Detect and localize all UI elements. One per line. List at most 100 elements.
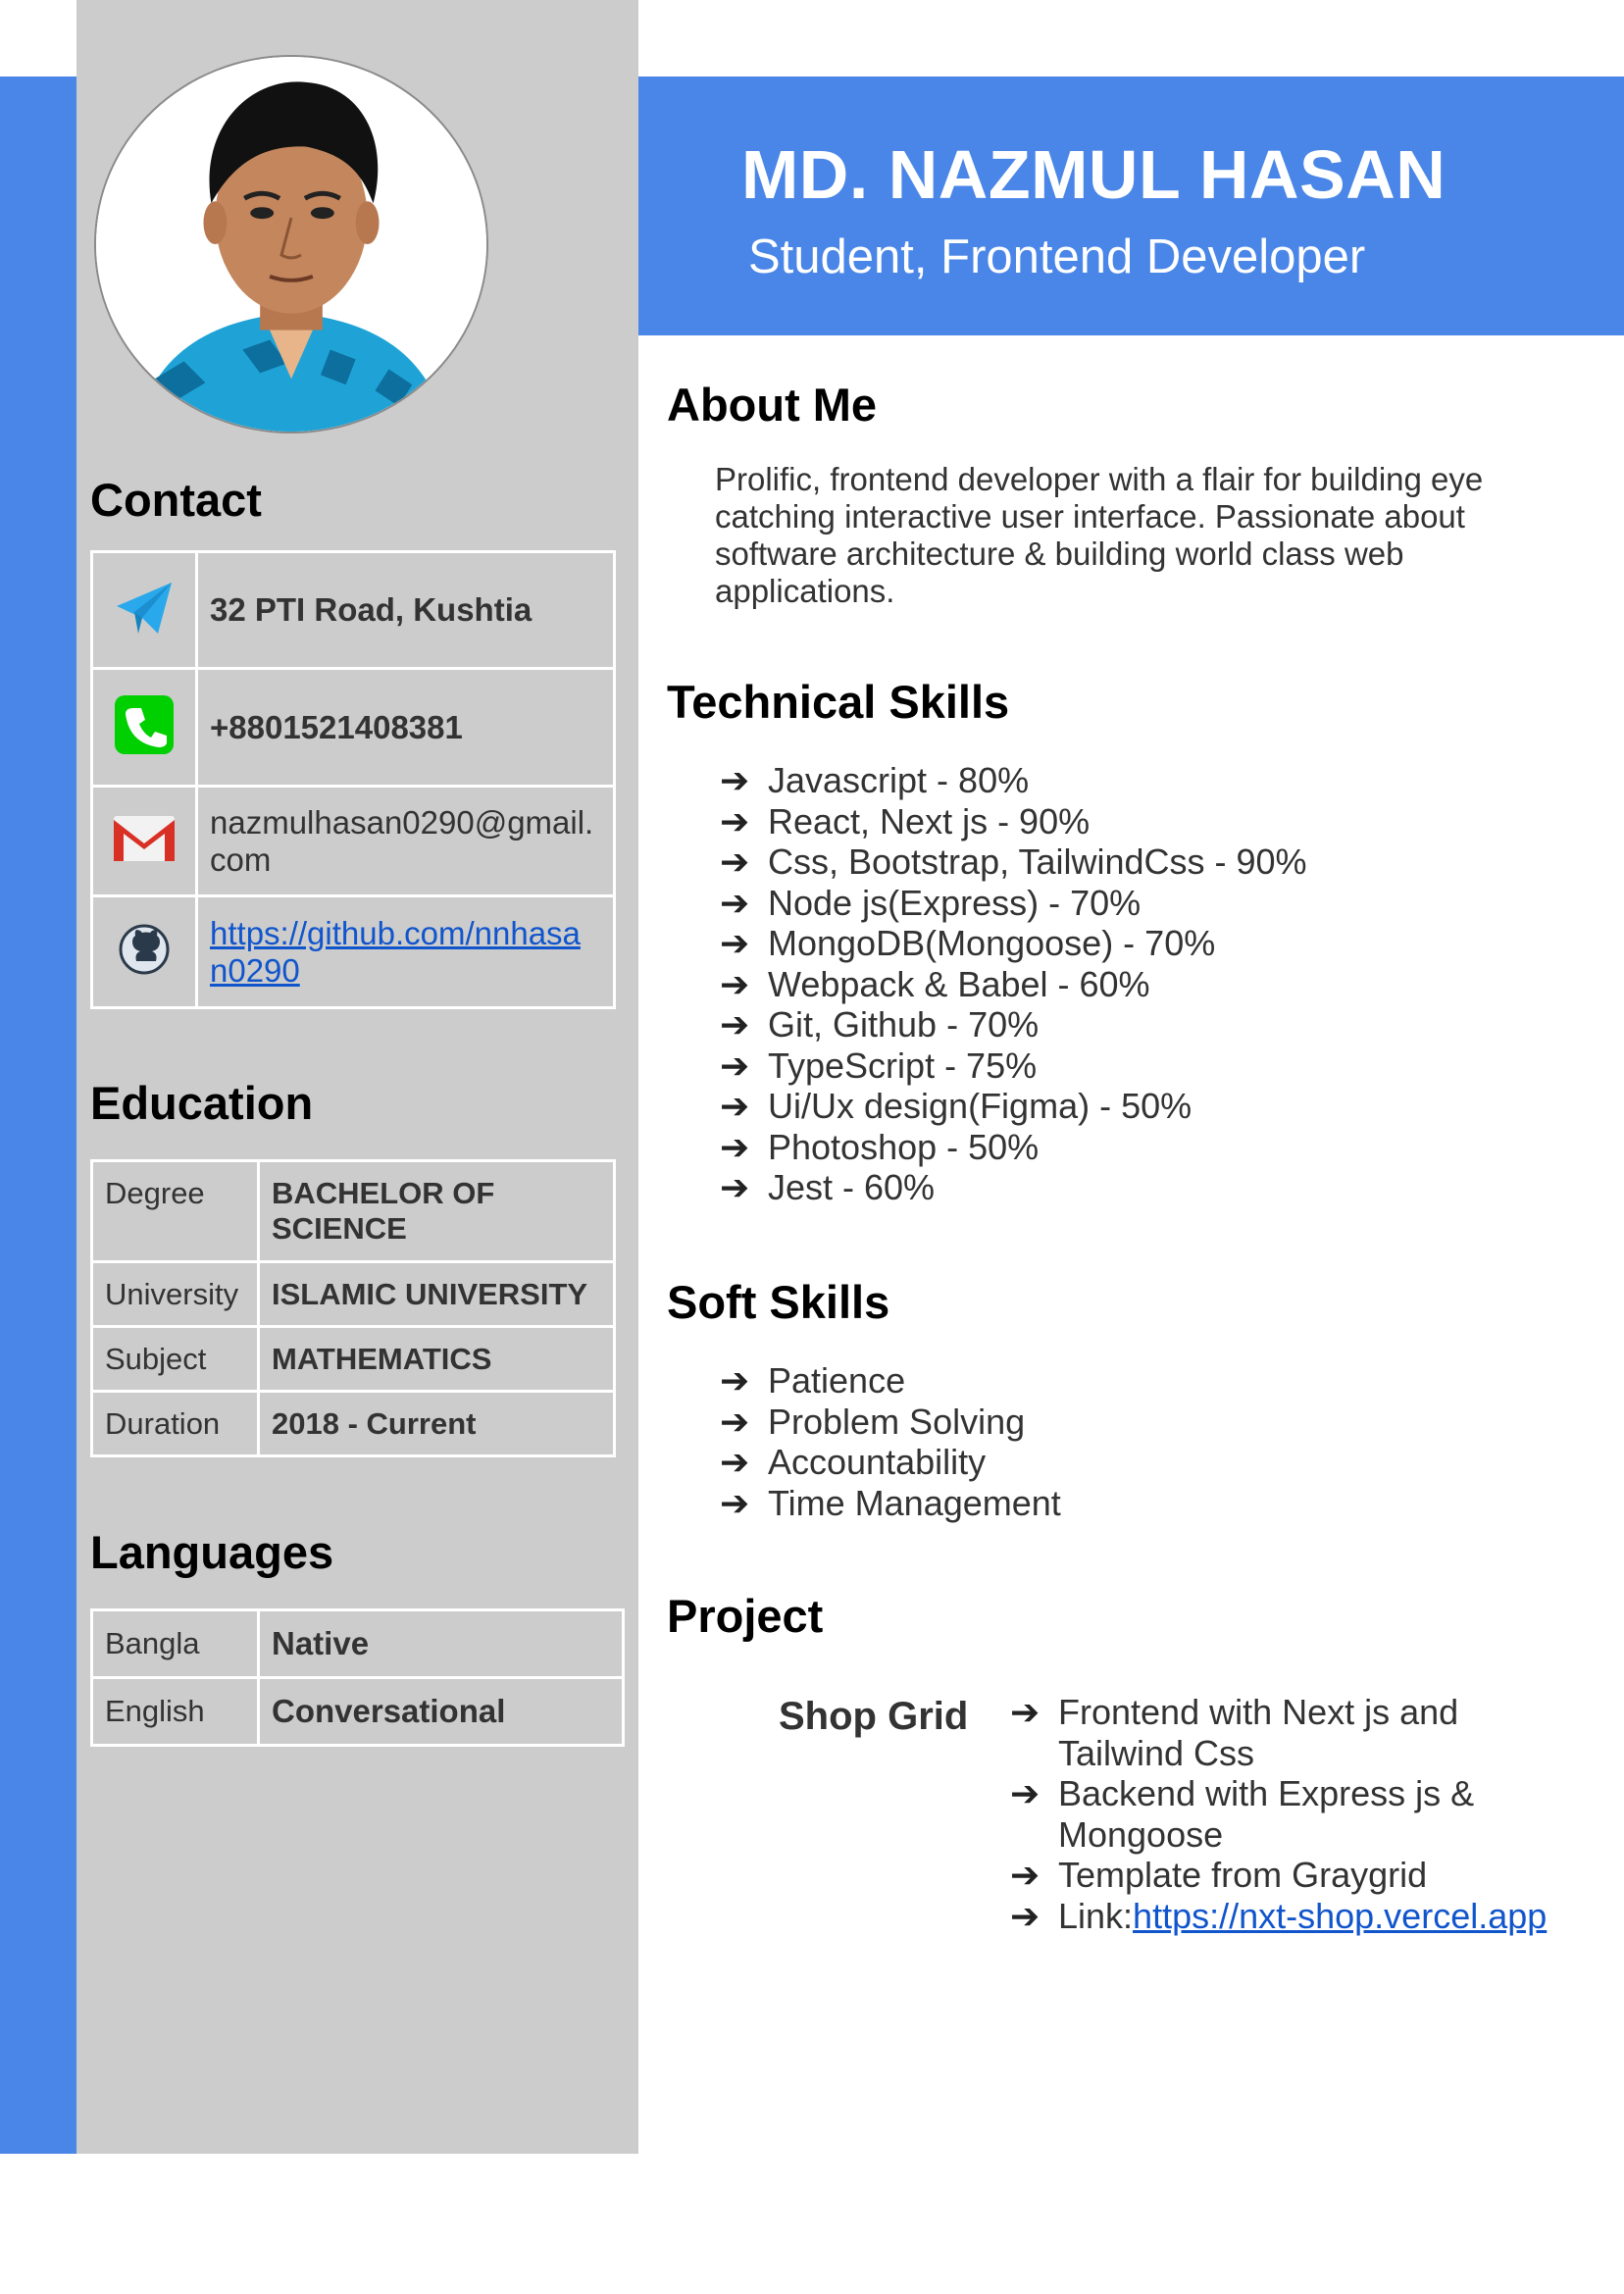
project-detail-item: ➔ Template from Graygrid <box>1010 1855 1589 1896</box>
arrow-icon: ➔ <box>720 1401 750 1442</box>
project-link[interactable]: https://nxt-shop.vercel.app <box>1133 1896 1547 1936</box>
link-prefix: Link: <box>1058 1895 1134 1936</box>
soft-skills-list: ➔ Patience ➔ Problem Solving ➔ Accountability… <box>720 1360 1061 1523</box>
github-url-line-1: https://github.com/nnhasa <box>210 914 581 951</box>
education-row-subject: Subject MATHEMATICS <box>90 1325 616 1393</box>
contact-table: 32 PTI Road, Kushtia +8801521408381 nazm… <box>90 550 616 1009</box>
contact-row-address: 32 PTI Road, Kushtia <box>90 550 616 670</box>
address-text: 32 PTI Road, Kushtia <box>195 550 616 670</box>
gmail-icon <box>90 785 198 897</box>
project-name: Shop Grid <box>779 1695 969 1738</box>
email-line-1: nazmulhasan0290@gmail. <box>210 803 594 841</box>
technical-skill-item: ➔ Git, Github - 70% <box>720 1004 1307 1045</box>
technical-skill-item-text: TypeScript - 75% <box>768 1045 1038 1086</box>
project-heading: Project <box>667 1590 824 1642</box>
language-name: Bangla <box>90 1608 260 1679</box>
technical-skill-item: ➔ TypeScript - 75% <box>720 1045 1307 1087</box>
soft-skill-item: ➔ Patience <box>720 1360 1061 1402</box>
github-url[interactable]: https://github.com/nnhasa n0290 <box>210 915 581 989</box>
soft-skills-heading: Soft Skills <box>667 1276 890 1328</box>
technical-skill-item: ➔ Node js(Express) - 70% <box>720 883 1307 924</box>
arrow-icon: ➔ <box>1010 1855 1040 1895</box>
arrow-icon: ➔ <box>720 1167 750 1207</box>
soft-skill-item-text: Problem Solving <box>768 1401 1026 1442</box>
profile-photo <box>94 55 488 433</box>
soft-skill-item-text: Accountability <box>768 1442 987 1482</box>
arrow-icon: ➔ <box>720 800 750 841</box>
education-row-duration: Duration 2018 - Current <box>90 1390 616 1457</box>
technical-skill-item: ➔ Ui/Ux design(Figma) - 50% <box>720 1086 1307 1127</box>
arrow-icon: ➔ <box>720 1482 750 1523</box>
soft-skill-item-text: Patience <box>768 1360 906 1401</box>
language-row-english: English Conversational <box>90 1676 625 1747</box>
technical-skill-item-text: Jest - 60% <box>768 1167 936 1207</box>
github-icon <box>90 894 198 1009</box>
project-detail-item-text: Backend with Express js & Mongoose <box>1058 1773 1475 1855</box>
technical-skill-item: ➔ Jest - 60% <box>720 1167 1307 1208</box>
arrow-icon: ➔ <box>720 760 750 800</box>
contact-heading: Contact <box>90 474 262 526</box>
arrow-icon: ➔ <box>1010 1773 1040 1813</box>
arrow-icon: ➔ <box>720 1126 750 1167</box>
subject-value: MATHEMATICS <box>257 1325 616 1393</box>
arrow-icon: ➔ <box>720 923 750 963</box>
technical-skill-item-text: Webpack & Babel - 60% <box>768 963 1150 1004</box>
technical-skill-item-text: Photoshop - 50% <box>768 1126 1040 1167</box>
technical-skill-item: ➔ Css, Bootstrap, TailwindCss - 90% <box>720 841 1307 883</box>
header-banner: MD. NAZMUL HASAN Student, Frontend Devel… <box>638 76 1624 335</box>
university-value: ISLAMIC UNIVERSITY <box>257 1260 616 1328</box>
avatar-portrait <box>96 57 486 432</box>
language-name: English <box>90 1676 260 1747</box>
project-detail-item: ➔ Frontend with Next js and Tailwind Css <box>1010 1692 1589 1773</box>
telegram-icon <box>90 550 198 670</box>
education-row-degree: Degree BACHELOR OF SCIENCE <box>90 1159 616 1263</box>
language-level: Native <box>257 1608 625 1679</box>
phone-icon <box>90 667 198 788</box>
arrow-icon: ➔ <box>720 963 750 1004</box>
arrow-icon: ➔ <box>720 1004 750 1045</box>
soft-skill-item: ➔ Accountability <box>720 1442 1061 1483</box>
education-table: Degree BACHELOR OF SCIENCE University IS… <box>90 1159 616 1457</box>
project-detail-item-text: Frontend with Next js and Tailwind Css <box>1058 1692 1459 1773</box>
technical-skill-item-text: Ui/Ux design(Figma) - 50% <box>768 1086 1193 1126</box>
technical-skill-item: ➔ MongoDB(Mongoose) - 70% <box>720 923 1307 964</box>
languages-table: Bangla Native English Conversational <box>90 1608 625 1747</box>
contact-row-phone: +8801521408381 <box>90 667 616 788</box>
candidate-role: Student, Frontend Developer <box>748 230 1366 283</box>
technical-skills-list: ➔ Javascript - 80% ➔ React, Next js - 90% ➔ C… <box>720 760 1307 1208</box>
technical-skill-item-text: Css, Bootstrap, TailwindCss - 90% <box>768 841 1307 882</box>
languages-heading: Languages <box>90 1526 334 1578</box>
arrow-icon: ➔ <box>720 1442 750 1482</box>
technical-skills-heading: Technical Skills <box>667 676 1010 728</box>
arrow-icon: ➔ <box>1010 1692 1040 1732</box>
education-heading: Education <box>90 1077 314 1129</box>
soft-skill-item-text: Time Management <box>768 1482 1061 1523</box>
technical-skill-item: ➔ Javascript - 80% <box>720 760 1307 801</box>
soft-skill-item: ➔ Problem Solving <box>720 1402 1061 1443</box>
github-link[interactable]: https://github.com/nnhasa n0290 <box>195 894 616 1009</box>
contact-row-github: https://github.com/nnhasa n0290 <box>90 894 616 1009</box>
arrow-icon: ➔ <box>720 841 750 882</box>
education-row-university: University ISLAMIC UNIVERSITY <box>90 1260 616 1328</box>
degree-value: BACHELOR OF SCIENCE <box>257 1159 616 1263</box>
technical-skill-item: ➔ React, Next js - 90% <box>720 801 1307 842</box>
left-accent-strip <box>0 76 76 2154</box>
project-detail-item: ➔ Backend with Express js & Mongoose <box>1010 1773 1589 1855</box>
candidate-name-text: MD. NAZMUL HASAN <box>741 136 1446 213</box>
technical-skill-item-text: Git, Github - 70% <box>768 1004 1040 1045</box>
project-details-list: ➔ Frontend with Next js and Tailwind Css ➔… <box>1010 1692 1589 1936</box>
project-detail-item-text: Template from Graygrid <box>1058 1855 1428 1895</box>
about-heading: About Me <box>667 379 878 431</box>
duration-value: 2018 - Current <box>257 1390 616 1457</box>
technical-skill-item-text: MongoDB(Mongoose) - 70% <box>768 923 1216 963</box>
duration-label: Duration <box>90 1390 260 1457</box>
soft-skill-item: ➔ Time Management <box>720 1483 1061 1524</box>
github-url-line-2: n0290 <box>210 951 300 989</box>
phone-text: +8801521408381 <box>195 667 616 788</box>
language-row-bangla: Bangla Native <box>90 1608 625 1679</box>
language-level: Conversational <box>257 1676 625 1747</box>
email-text[interactable]: nazmulhasan0290@gmail. com <box>195 785 616 897</box>
subject-label: Subject <box>90 1325 260 1393</box>
technical-skill-item-text: React, Next js - 90% <box>768 800 1091 841</box>
degree-label: Degree <box>90 1159 260 1263</box>
